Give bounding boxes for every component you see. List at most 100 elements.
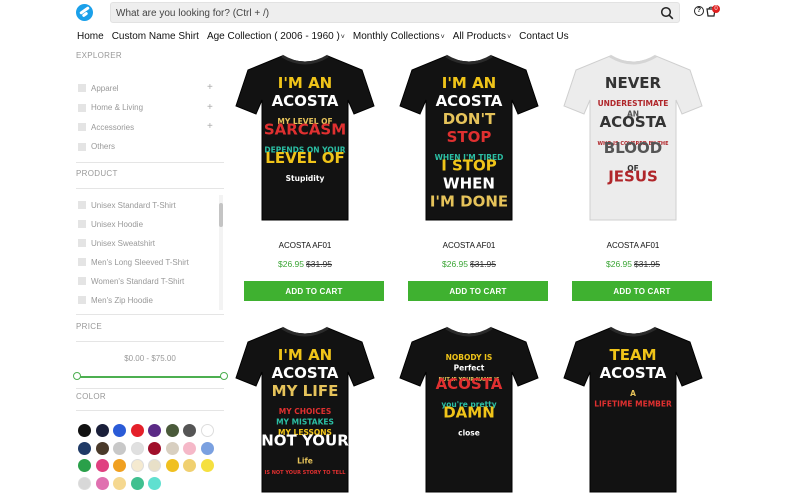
shirt-design-text: I'M AN bbox=[278, 346, 333, 364]
color-swatch[interactable] bbox=[165, 441, 179, 455]
shirt-design-text: ACOSTA bbox=[436, 92, 503, 110]
nav-item[interactable]: Home bbox=[77, 31, 104, 45]
product-price: $26.95 $31.95 bbox=[232, 259, 378, 269]
checkbox[interactable] bbox=[78, 142, 86, 151]
explorer-title: EXPLORER bbox=[76, 51, 122, 60]
product-image[interactable]: NEVERUNDERESTIMATEANACOSTAWHO IS COVERED… bbox=[560, 48, 706, 228]
checkbox[interactable] bbox=[78, 123, 86, 131]
add-to-cart-button[interactable]: ADD TO CART bbox=[408, 281, 548, 301]
nav-item[interactable]: Monthly Collections˅ bbox=[353, 31, 445, 45]
plus-icon[interactable]: + bbox=[207, 83, 213, 93]
nav-item[interactable]: All Products˅ bbox=[453, 31, 511, 45]
color-swatch[interactable] bbox=[113, 459, 126, 472]
shirt-design-text: LIFETIME MEMBER bbox=[594, 400, 672, 409]
color-swatch[interactable] bbox=[200, 441, 214, 455]
product-image[interactable]: I'M ANACOSTAMY LIFE MY CHOICES MY MISTAKES… bbox=[232, 320, 378, 497]
checkbox[interactable] bbox=[78, 84, 86, 92]
color-swatch[interactable] bbox=[165, 459, 179, 472]
add-to-cart-button[interactable]: ADD TO CART bbox=[572, 281, 712, 301]
color-swatch[interactable] bbox=[78, 459, 91, 472]
checkbox[interactable] bbox=[78, 296, 86, 304]
product-filter-item[interactable]: Unisex Hoodie bbox=[78, 218, 143, 230]
color-swatch[interactable] bbox=[130, 424, 144, 437]
color-swatch[interactable] bbox=[200, 459, 214, 472]
color-swatch[interactable] bbox=[165, 424, 179, 437]
checkbox[interactable] bbox=[78, 103, 86, 112]
checkbox[interactable] bbox=[78, 258, 86, 266]
color-swatch[interactable] bbox=[95, 424, 109, 437]
color-swatch[interactable] bbox=[95, 441, 109, 455]
shirt-design-text: WHEN bbox=[443, 175, 495, 193]
color-swatch[interactable] bbox=[78, 476, 91, 490]
sale-price: $26.95 bbox=[442, 259, 468, 269]
product-image[interactable]: I'M ANACOSTAMY LEVEL OFSARCASMDEPENDS ON… bbox=[232, 48, 378, 228]
color-swatch[interactable] bbox=[130, 459, 144, 472]
explorer-filter-item[interactable]: Accessories bbox=[78, 121, 134, 133]
color-swatch[interactable] bbox=[130, 441, 144, 455]
explorer-filter-item[interactable]: Home & Living bbox=[78, 102, 143, 114]
checkbox[interactable] bbox=[78, 201, 86, 209]
price-slider-min-handle[interactable] bbox=[73, 372, 81, 380]
explorer-filter-item[interactable]: Others bbox=[78, 141, 115, 153]
shirt-design-text: TEAM bbox=[609, 346, 656, 364]
filter-label: Unisex Standard T-Shirt bbox=[91, 200, 176, 210]
site-logo[interactable] bbox=[76, 4, 93, 21]
checkbox[interactable] bbox=[78, 239, 86, 247]
product-image[interactable]: TEAMACOSTA A LIFETIME MEMBER bbox=[560, 320, 706, 497]
nav-item-label: Monthly Collections bbox=[352, 31, 440, 42]
color-swatch[interactable] bbox=[183, 424, 196, 437]
product-filter-item[interactable]: Men's Zip Hoodie bbox=[78, 294, 153, 306]
price-slider-max-handle[interactable] bbox=[220, 372, 228, 380]
color-swatch[interactable] bbox=[183, 459, 196, 472]
color-swatch[interactable] bbox=[148, 476, 161, 490]
filter-label: Men's Long Sleeved T-Shirt bbox=[91, 257, 189, 267]
color-swatch[interactable] bbox=[95, 476, 109, 490]
color-swatch[interactable] bbox=[113, 476, 126, 490]
explorer-filter-item[interactable]: Apparel bbox=[78, 82, 119, 94]
add-to-cart-button[interactable]: ADD TO CART bbox=[244, 281, 384, 301]
shirt-design-text: JESUS bbox=[607, 168, 658, 186]
product-name[interactable]: ACOSTA AF01 bbox=[232, 241, 378, 250]
color-swatch[interactable] bbox=[200, 424, 214, 437]
nav-item[interactable]: Contact Us bbox=[519, 31, 568, 45]
color-swatch[interactable] bbox=[113, 441, 126, 455]
color-swatch[interactable] bbox=[78, 424, 91, 437]
checkbox[interactable] bbox=[78, 277, 86, 285]
filter-label: Men's Zip Hoodie bbox=[91, 295, 153, 305]
search-input[interactable] bbox=[116, 5, 646, 21]
color-swatch[interactable] bbox=[148, 441, 161, 455]
product-filter-item[interactable]: Unisex Standard T-Shirt bbox=[78, 199, 176, 211]
color-swatch[interactable] bbox=[148, 459, 161, 472]
shirt-design-text: BLOOD bbox=[604, 139, 662, 157]
divider bbox=[76, 410, 224, 411]
help-icon[interactable]: ? bbox=[694, 6, 704, 16]
search-icon[interactable] bbox=[660, 6, 674, 20]
product-name[interactable]: ACOSTA AF01 bbox=[560, 241, 706, 250]
product-image[interactable]: I'M ANACOSTADON'TSTOPWHEN I'M TIREDI STO… bbox=[396, 48, 542, 228]
plus-icon[interactable]: + bbox=[207, 102, 213, 113]
color-swatch[interactable] bbox=[78, 441, 91, 455]
product-image[interactable]: NOBODY ISPerfectBUT IF YOUR NAME ISACOST… bbox=[396, 320, 542, 497]
nav-item-label: Contact Us bbox=[519, 31, 569, 42]
plus-icon[interactable]: + bbox=[207, 122, 213, 132]
shirt-design-text: MY LIFE bbox=[272, 382, 339, 400]
scrollbar-thumb[interactable] bbox=[219, 203, 223, 227]
color-swatch[interactable] bbox=[113, 424, 126, 437]
color-swatch[interactable] bbox=[148, 424, 161, 437]
filter-label: Accessories bbox=[91, 122, 135, 132]
divider bbox=[76, 388, 224, 389]
checkbox[interactable] bbox=[78, 220, 86, 228]
product-filter-item[interactable]: Unisex Sweatshirt bbox=[78, 237, 155, 249]
product-filter-item[interactable]: Men's Long Sleeved T-Shirt bbox=[78, 256, 189, 268]
color-swatch[interactable] bbox=[183, 441, 196, 455]
product-name[interactable]: ACOSTA AF01 bbox=[396, 241, 542, 250]
shirt-design-text: Perfect bbox=[454, 364, 485, 373]
search-bar bbox=[110, 2, 680, 23]
price-slider-track[interactable] bbox=[76, 376, 224, 378]
color-swatch[interactable] bbox=[130, 476, 144, 490]
color-swatch[interactable] bbox=[95, 459, 109, 472]
nav-item-label: All Products bbox=[452, 31, 507, 42]
nav-item[interactable]: Age Collection ( 2006 - 1960 )˅ bbox=[207, 31, 345, 45]
product-filter-item[interactable]: Women's Standard T-Shirt bbox=[78, 275, 184, 287]
nav-item[interactable]: Custom Name Shirt bbox=[112, 31, 199, 45]
